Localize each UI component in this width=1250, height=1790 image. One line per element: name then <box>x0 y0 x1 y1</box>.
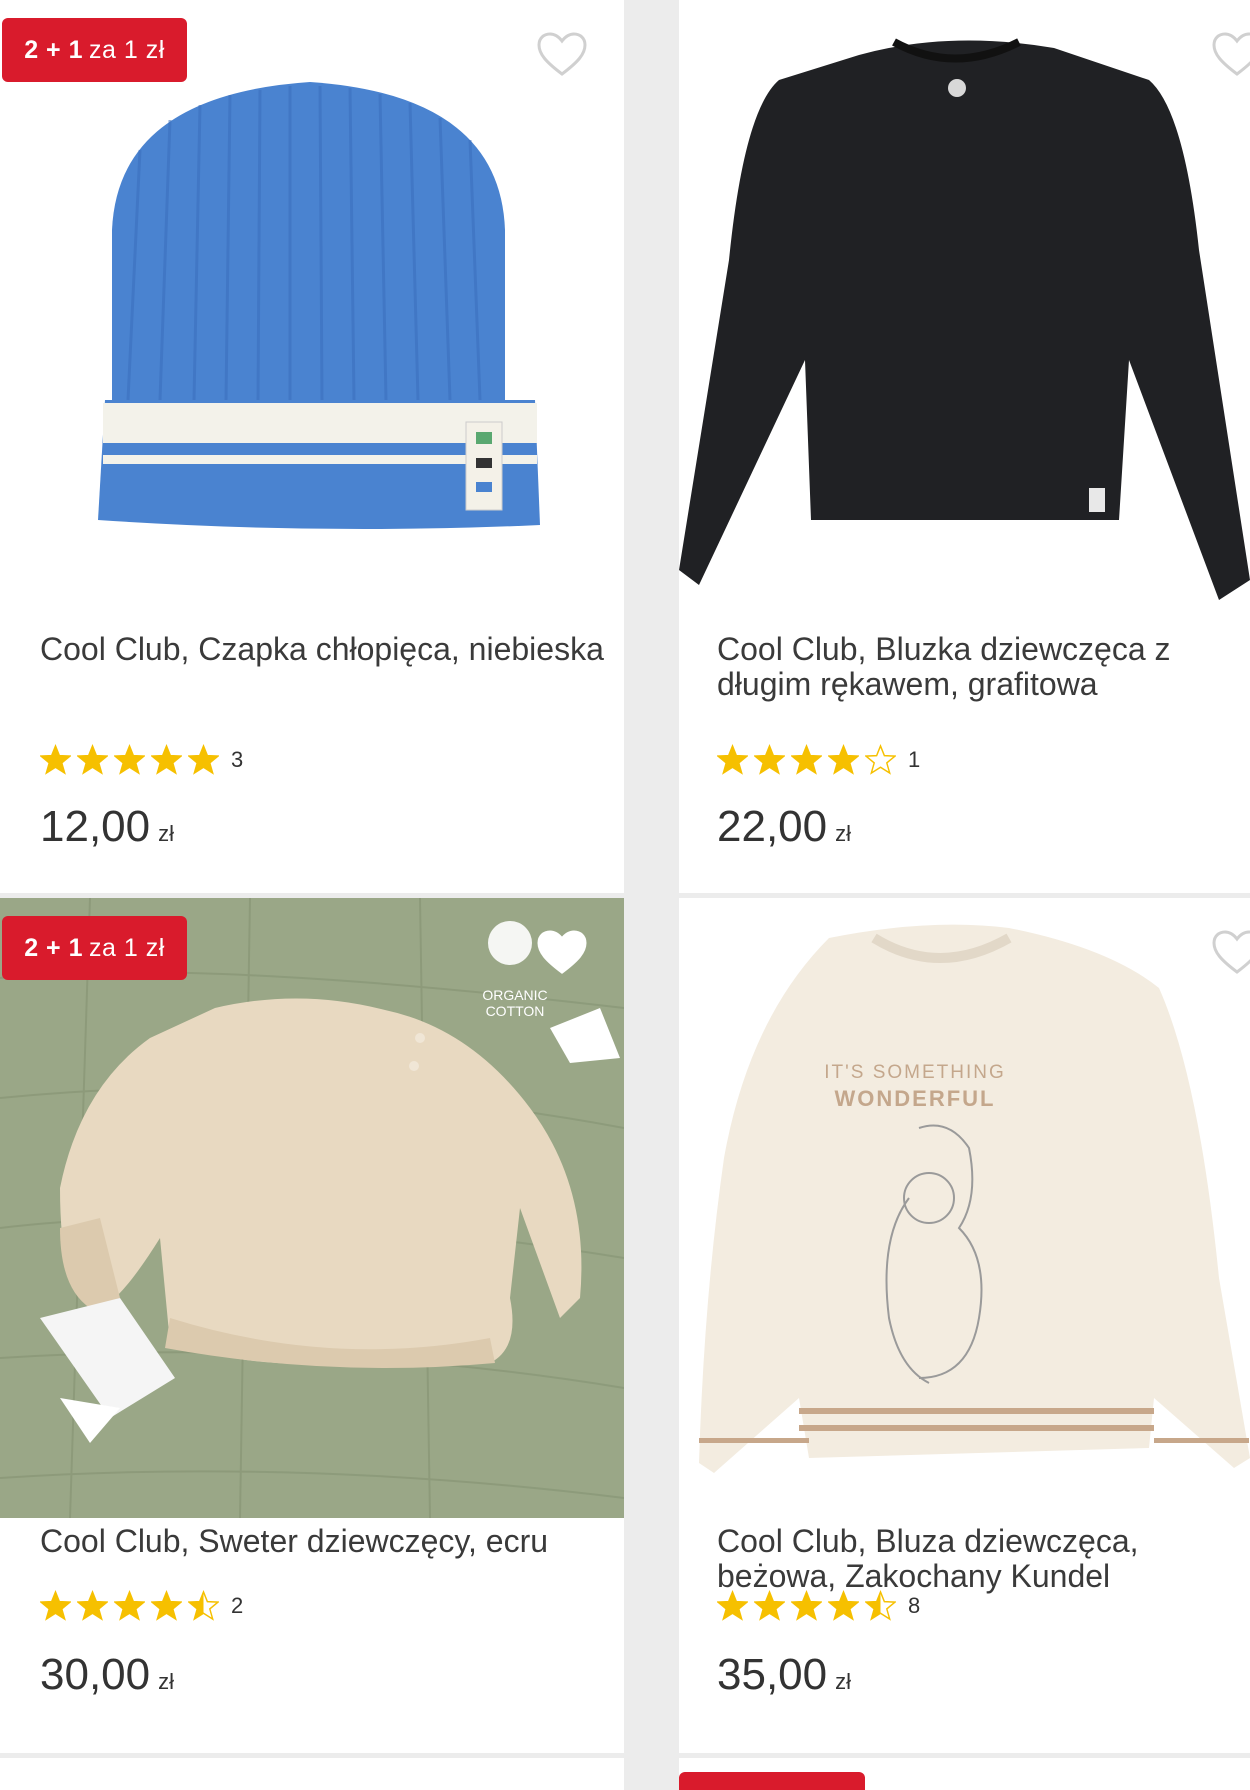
star-empty-icon <box>865 744 896 775</box>
promo-badge-strong: 2 + 1 <box>24 35 84 64</box>
star-filled-icon <box>151 1590 182 1621</box>
star-half-icon <box>188 1590 219 1621</box>
heart-icon[interactable] <box>536 928 588 976</box>
star-filled-icon <box>791 1590 822 1621</box>
product-title[interactable]: Cool Club, Bluza dziewczęca, beżowa, Zak… <box>717 1524 1230 1594</box>
promo-badge-text: za 1 zł <box>89 35 165 64</box>
star-filled-icon <box>151 744 182 775</box>
product-title[interactable]: Cool Club, Czapka chłopięca, niebieska <box>40 632 604 667</box>
price-currency: zł <box>158 1669 174 1694</box>
product-price: 22,00 zł <box>717 802 851 852</box>
promo-badge: 2 + 1 za 1 zł <box>2 916 187 980</box>
star-filled-icon <box>77 744 108 775</box>
star-filled-icon <box>791 744 822 775</box>
heart-icon[interactable] <box>1211 30 1250 78</box>
product-price: 35,00 zł <box>717 1650 851 1700</box>
product-card[interactable]: ORGANIC COTTON 2 + 1 za 1 zł Cool Club, … <box>0 898 624 1753</box>
price-value: 22,00 <box>717 802 828 851</box>
product-image[interactable] <box>679 0 1250 610</box>
product-image[interactable]: ORGANIC COTTON <box>0 898 624 1518</box>
star-filled-icon <box>77 1590 108 1621</box>
product-card[interactable] <box>0 1758 624 1790</box>
product-rating: 1 <box>717 744 920 775</box>
product-rating: 8 <box>717 1590 920 1621</box>
star-filled-icon <box>40 744 71 775</box>
print-text-2: WONDERFUL <box>835 1086 996 1111</box>
star-filled-icon <box>114 744 145 775</box>
star-filled-icon <box>114 1590 145 1621</box>
price-currency: zł <box>835 821 851 846</box>
price-value: 30,00 <box>40 1650 151 1699</box>
rating-count: 8 <box>908 1592 921 1618</box>
star-filled-icon <box>828 744 859 775</box>
print-text-1: IT'S SOMETHING <box>824 1062 1006 1083</box>
promo-badge: 2 + 1 za 1 zł <box>2 18 187 82</box>
product-price: 12,00 zł <box>40 802 174 852</box>
star-filled-icon <box>188 744 219 775</box>
star-filled-icon <box>828 1590 859 1621</box>
price-value: 12,00 <box>40 802 151 851</box>
star-filled-icon <box>717 744 748 775</box>
star-filled-icon <box>754 1590 785 1621</box>
rating-count: 3 <box>231 746 244 772</box>
organic-label-1: ORGANIC <box>482 987 547 1003</box>
organic-label-2: COTTON <box>486 1003 545 1019</box>
price-value: 35,00 <box>717 1650 828 1699</box>
star-half-icon <box>865 1590 896 1621</box>
promo-badge <box>679 1772 865 1790</box>
product-title[interactable]: Cool Club, Bluzka dziewczęca z długim rę… <box>717 632 1230 702</box>
star-filled-icon <box>40 1590 71 1621</box>
price-currency: zł <box>835 1669 851 1694</box>
heart-icon[interactable] <box>536 30 588 78</box>
product-card[interactable]: Cool Club, Bluzka dziewczęca z długim rę… <box>679 0 1250 893</box>
product-card[interactable]: 2 + 1 za 1 zł Cool Club, Czapka chłopięc… <box>0 0 624 893</box>
promo-badge-text: za 1 zł <box>89 933 165 962</box>
heart-icon[interactable] <box>1211 928 1250 976</box>
product-price: 30,00 zł <box>40 1650 174 1700</box>
product-title[interactable]: Cool Club, Sweter dziewczęcy, ecru <box>40 1524 604 1559</box>
product-image[interactable] <box>0 0 624 610</box>
price-currency: zł <box>158 821 174 846</box>
product-rating: 3 <box>40 744 243 775</box>
product-card[interactable] <box>679 1758 1250 1790</box>
product-image[interactable]: IT'S SOMETHING WONDERFUL <box>679 898 1250 1518</box>
rating-count: 1 <box>908 746 921 772</box>
promo-badge-strong: 2 + 1 <box>24 933 84 962</box>
star-filled-icon <box>717 1590 748 1621</box>
product-card[interactable]: IT'S SOMETHING WONDERFUL Cool Club, Bluz… <box>679 898 1250 1753</box>
product-rating: 2 <box>40 1590 243 1621</box>
star-filled-icon <box>754 744 785 775</box>
rating-count: 2 <box>231 1592 244 1618</box>
